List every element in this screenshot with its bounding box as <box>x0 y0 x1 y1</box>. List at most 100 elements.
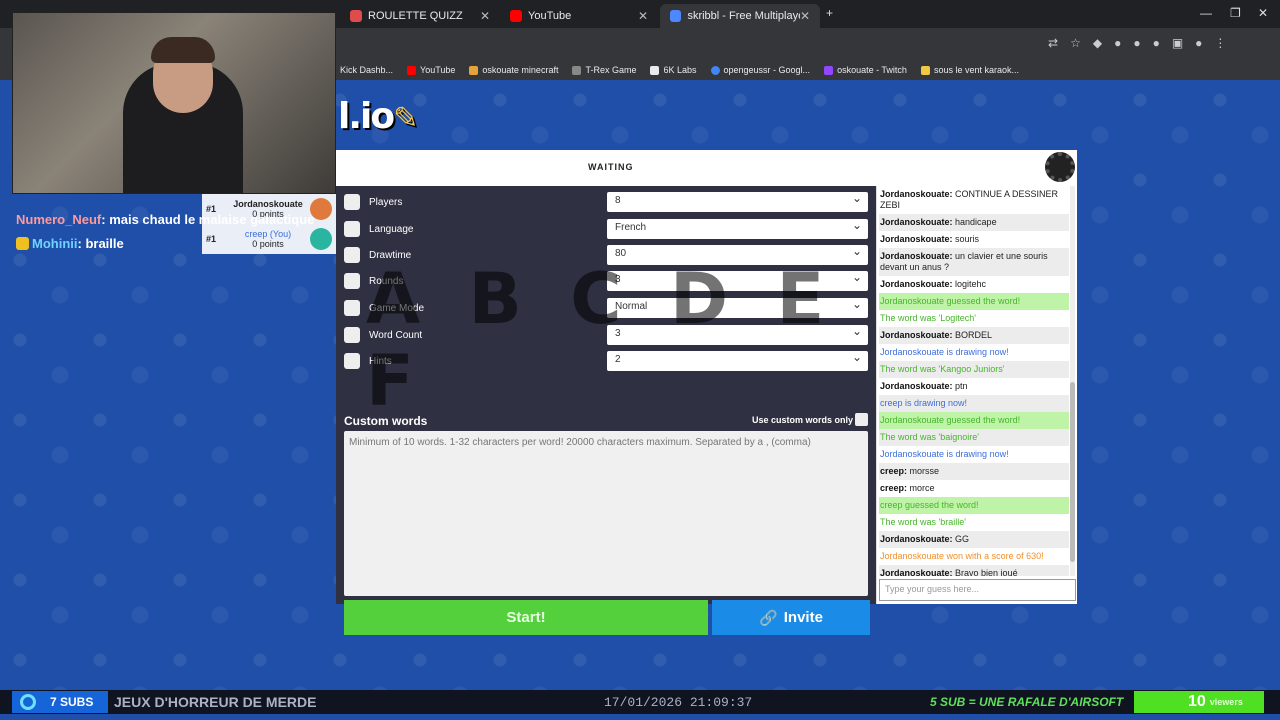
players-select[interactable]: 8 <box>607 191 868 212</box>
close-icon[interactable]: ✕ <box>480 9 490 23</box>
invite-label: Invite <box>783 609 823 626</box>
stream-chat-message: Mohinii: braille <box>12 232 332 256</box>
chat-message: creep: morce <box>879 480 1069 497</box>
minimize-icon[interactable]: — <box>1200 6 1212 20</box>
clock-icon <box>344 247 360 263</box>
skribbl-logo: l.io✎ <box>338 96 418 137</box>
lobby-settings: Players 8 Language French Drawtime 80 Ro… <box>336 186 876 635</box>
word-count-select[interactable]: 3 <box>607 324 868 345</box>
tab-label: YouTube <box>528 10 572 22</box>
setting-label: Rounds <box>369 275 404 287</box>
chat-username: Jordanoskouate: <box>880 279 953 289</box>
chat-text: The word was 'baignoire' <box>880 432 979 442</box>
drawtime-select[interactable]: 80 <box>607 244 868 265</box>
chat-text: handicape <box>955 217 997 227</box>
chat-message: creep: morsse <box>879 463 1069 480</box>
bookmark-opengeussr[interactable]: opengeussr - Googl... <box>710 65 811 75</box>
start-button[interactable]: Start! <box>344 600 708 635</box>
chat-username: Mohinii <box>32 236 78 251</box>
bookmark-kick[interactable]: Kick Dashb... <box>340 65 393 75</box>
chat-scrollbar[interactable] <box>1070 186 1075 576</box>
scrollbar-thumb[interactable] <box>1070 382 1075 562</box>
chat-username: creep: <box>880 483 908 493</box>
gear-icon[interactable] <box>1045 152 1075 182</box>
star-icon[interactable]: ☆ <box>1070 36 1081 50</box>
chat-username: creep: <box>880 466 908 476</box>
maximize-icon[interactable]: ❐ <box>1230 6 1241 20</box>
custom-words-textarea[interactable]: Minimum of 10 words. 1-32 characters per… <box>344 431 868 596</box>
extension-icon[interactable]: ● <box>1133 36 1140 50</box>
setting-hints: Hints 2 <box>344 350 870 372</box>
bookmark-label: sous le vent karaok... <box>933 65 1019 75</box>
chat-text: logitehc <box>955 279 987 289</box>
bookmark-youtube[interactable]: YouTube <box>407 65 455 75</box>
stream-datetime: 17/01/2026 21:09:37 <box>604 694 753 710</box>
viewers-count: 10 <box>1188 693 1206 710</box>
bookmark-label: oskouate - Twitch <box>837 65 907 75</box>
chat-message: Jordanoskouate is drawing now! <box>879 446 1069 463</box>
viewers-counter: 10 viewers <box>1134 691 1264 713</box>
close-window-icon[interactable]: ✕ <box>1258 6 1268 20</box>
ring-icon <box>20 694 36 710</box>
guess-input[interactable]: Type your guess here... <box>879 579 1076 601</box>
webcam-feed <box>12 12 336 194</box>
hints-select[interactable]: 2 <box>607 350 868 371</box>
bookmark-twitch[interactable]: oskouate - Twitch <box>824 65 907 75</box>
logo-text: l.io <box>338 96 395 137</box>
cloud-icon <box>344 273 360 289</box>
dino-icon <box>572 65 582 75</box>
new-tab-icon[interactable]: + <box>826 6 833 20</box>
chat-username: Jordanoskouate: <box>880 534 953 544</box>
chat-message: The word was 'baignoire' <box>879 429 1069 446</box>
extension-icon[interactable]: ◆ <box>1093 36 1102 50</box>
translate-icon[interactable]: ⇄ <box>1048 36 1058 50</box>
menu-icon[interactable]: ⋮ <box>1214 36 1226 50</box>
language-select[interactable]: French <box>607 218 868 239</box>
chat-message: Jordanoskouate: GG <box>879 531 1069 548</box>
custom-words-only-checkbox[interactable] <box>855 413 868 426</box>
youtube-icon <box>407 65 417 75</box>
rounds-select[interactable]: 3 <box>607 270 868 291</box>
invite-button[interactable]: 🔗 Invite <box>712 600 870 635</box>
bookmark-6klabs[interactable]: 6K Labs <box>650 65 697 75</box>
tab-skribbl[interactable]: skribbl - Free Multiplayer Draw ✕ <box>660 4 820 28</box>
setting-label: Players <box>369 196 403 208</box>
game-mode-select[interactable]: Normal <box>607 297 868 318</box>
chat-username: Numero_Neuf <box>16 212 102 227</box>
close-icon[interactable]: ✕ <box>800 9 810 23</box>
tab-youtube[interactable]: YouTube ✕ <box>500 4 658 28</box>
bookmark-label: T-Rex Game <box>585 65 637 75</box>
chat-username: Jordanoskouate: <box>880 330 953 340</box>
chat-text: morce <box>909 483 935 493</box>
game-header: WAITING <box>336 150 1077 186</box>
extension-icon[interactable]: ● <box>1153 36 1160 50</box>
chat-message: The word was 'Kangoo Juniors' <box>879 361 1069 378</box>
badge-icon <box>16 237 29 250</box>
bookmark-trex[interactable]: T-Rex Game <box>572 65 636 75</box>
chat-text: : braille <box>77 236 124 251</box>
user-icon <box>344 194 360 210</box>
tab-roulette-quizz[interactable]: ROULETTE QUIZZ ✕ <box>340 4 500 28</box>
subs-counter: 7 SUBS <box>12 691 108 713</box>
close-icon[interactable]: ✕ <box>638 9 648 23</box>
labs-icon <box>650 65 660 75</box>
custom-words-only-label: Use custom words only <box>752 415 854 425</box>
streamer-hair <box>151 37 215 63</box>
bookmark-label: 6K Labs <box>663 65 697 75</box>
bookmark-karaoke[interactable]: sous le vent karaok... <box>920 65 1019 75</box>
chat-username: Jordanoskouate: <box>880 381 953 391</box>
bookmark-minecraft[interactable]: oskouate minecraft <box>469 65 558 75</box>
chat-text: ptn <box>955 381 968 391</box>
extension-icon[interactable]: ● <box>1114 36 1121 50</box>
puzzle-icon[interactable]: ▣ <box>1172 36 1183 50</box>
chat-username: Jordanoskouate: <box>880 568 953 576</box>
setting-label: Drawtime <box>369 249 412 261</box>
start-label: Start! <box>506 609 546 626</box>
chat-text: Bravo bien joué <box>955 568 1018 576</box>
twitch-icon <box>824 65 834 75</box>
game-panel: WAITING Players 8 Language French Drawti… <box>336 150 1077 635</box>
bookmark-label: opengeussr - Googl... <box>723 65 811 75</box>
profile-icon[interactable]: ● <box>1195 36 1202 50</box>
google-icon <box>710 65 720 75</box>
viewers-label: viewers <box>1209 697 1243 707</box>
